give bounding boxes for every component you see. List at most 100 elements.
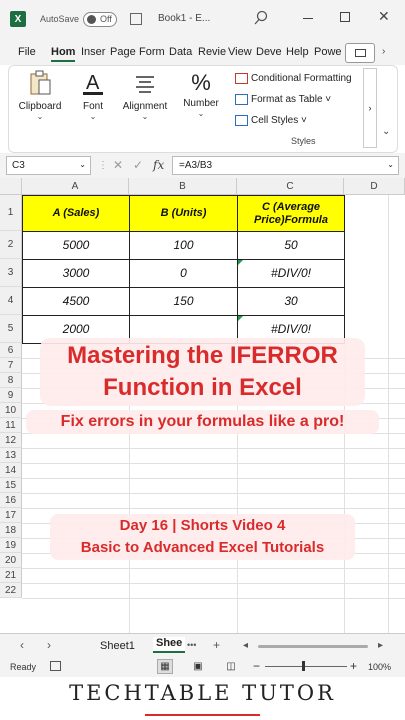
save-icon[interactable] [130,13,142,25]
row-header[interactable]: 7 [0,358,22,373]
format-as-table-button[interactable]: Format as Table ˅ [233,91,363,112]
row-header[interactable]: 5 [0,315,22,343]
row-header[interactable]: 15 [0,478,22,493]
zoom-in-button[interactable]: + [350,659,357,673]
name-box-dropdown-icon[interactable]: ⌄ [79,160,86,169]
formula-expand-icon[interactable]: ⌄ [387,160,394,169]
name-box[interactable]: C3 ⌄ [6,156,91,175]
row-header[interactable]: 1 [0,195,22,231]
cell-c1[interactable]: C (Average Price)Formula [237,195,345,232]
column-header-b[interactable]: B [129,178,237,195]
cell-b1[interactable]: B (Units) [129,195,238,232]
row-header[interactable]: 16 [0,493,22,508]
clipboard-group[interactable]: Clipboard ⌄ [15,70,65,121]
add-sheet-button[interactable]: + [213,638,220,652]
tab-view[interactable]: View [228,46,252,58]
row-header[interactable]: 9 [0,388,22,403]
autosave-toggle[interactable]: Off [83,12,117,27]
horizontal-scrollbar[interactable] [258,645,368,648]
sheet-tab-sheet1[interactable]: Sheet1 [100,640,135,652]
zoom-slider[interactable] [265,666,347,667]
more-sheets-icon[interactable]: ••• [187,640,196,650]
comments-button[interactable] [345,43,375,63]
cell-a4[interactable]: 4500 [22,287,130,316]
page-layout-view-icon[interactable]: ▣ [190,659,206,674]
cell-a3[interactable]: 3000 [22,259,130,288]
normal-view-icon[interactable]: ▦ [157,659,173,674]
search-icon[interactable] [253,10,269,26]
error-indicator-icon[interactable] [238,316,243,321]
number-group[interactable]: % Number ⌄ [179,70,223,118]
maximize-button[interactable] [340,12,350,22]
cell-c2[interactable]: 50 [237,231,345,260]
workbook-title[interactable]: Book1 - E... [158,13,210,24]
zoom-slider-thumb[interactable] [302,661,305,671]
select-all-corner[interactable] [0,178,22,195]
column-header-c[interactable]: C [237,178,344,195]
row-header[interactable]: 20 [0,553,22,568]
cell-a2[interactable]: 5000 [22,231,130,260]
cell-b2[interactable]: 100 [129,231,238,260]
row-header[interactable]: 3 [0,259,22,287]
sheet-next-icon[interactable]: › [47,638,51,652]
ribbon-expand-icon[interactable]: ⌄ [382,126,390,137]
conditional-formatting-button[interactable]: Conditional Formatting [233,70,363,91]
page-break-view-icon[interactable]: ◫ [223,659,239,674]
hscroll-right-icon[interactable]: ▸ [378,640,383,651]
tab-page-layout[interactable]: Page [110,46,136,58]
row-header[interactable]: 2 [0,231,22,259]
row-header[interactable]: 6 [0,343,22,358]
sheet-tab-sheet2[interactable]: Shee [153,637,186,653]
tab-formulas[interactable]: Form [139,46,165,58]
row-header[interactable]: 12 [0,433,22,448]
row-header[interactable]: 10 [0,403,22,418]
more-options-icon[interactable]: › [382,46,385,57]
minimize-button[interactable] [303,18,313,19]
tab-insert[interactable]: Inser [81,46,105,58]
hscroll-left-icon[interactable]: ◂ [243,640,248,651]
row-header[interactable]: 21 [0,568,22,583]
tab-data[interactable]: Data [169,46,192,58]
error-indicator-icon[interactable] [238,260,243,265]
row-header[interactable]: 22 [0,583,22,598]
accessibility-icon[interactable] [50,661,61,671]
row-header[interactable]: 18 [0,523,22,538]
brand-underline [145,714,260,716]
cell-c3[interactable]: #DIV/0! [237,259,345,288]
zoom-level[interactable]: 100% [368,662,391,672]
percent-icon: % [191,70,211,95]
enter-icon[interactable]: ✓ [133,158,143,172]
cell-c4[interactable]: 30 [237,287,345,316]
row-header[interactable]: 19 [0,538,22,553]
cell-a1[interactable]: A (Sales) [22,195,130,232]
column-header-d[interactable]: D [344,178,405,195]
column-header-a[interactable]: A [22,178,129,195]
toggle-knob [87,15,96,24]
alignment-group[interactable]: Alignment ⌄ [119,70,171,121]
cell-c3-value: #DIV/0! [270,265,312,280]
tab-help[interactable]: Help [286,46,309,58]
cell-b3[interactable]: 0 [129,259,238,288]
font-group[interactable]: A Font ⌄ [75,70,111,121]
tab-review[interactable]: Revie [198,46,226,58]
tab-power-pivot[interactable]: Powe [314,46,342,58]
row-header[interactable]: 17 [0,508,22,523]
sheet-prev-icon[interactable]: ‹ [20,638,24,652]
zoom-out-button[interactable]: − [253,659,260,673]
insert-function-icon[interactable]: fx [153,158,164,172]
tab-home[interactable]: Hom [51,46,76,62]
close-button[interactable]: ✕ [378,8,390,25]
ribbon-scroll-button[interactable]: › [363,68,377,148]
cell-styles-button[interactable]: Cell Styles ˅ [233,112,363,133]
cancel-icon[interactable]: ✕ [113,158,123,172]
tab-file[interactable]: File [18,46,36,58]
formula-input[interactable]: =A3/B3 ⌄ [172,156,399,175]
grid-line [22,478,405,479]
row-header[interactable]: 4 [0,287,22,315]
cell-b4[interactable]: 150 [129,287,238,316]
tab-developer[interactable]: Deve [256,46,282,58]
row-header[interactable]: 14 [0,463,22,478]
row-header[interactable]: 11 [0,418,22,433]
row-header[interactable]: 8 [0,373,22,388]
row-header[interactable]: 13 [0,448,22,463]
